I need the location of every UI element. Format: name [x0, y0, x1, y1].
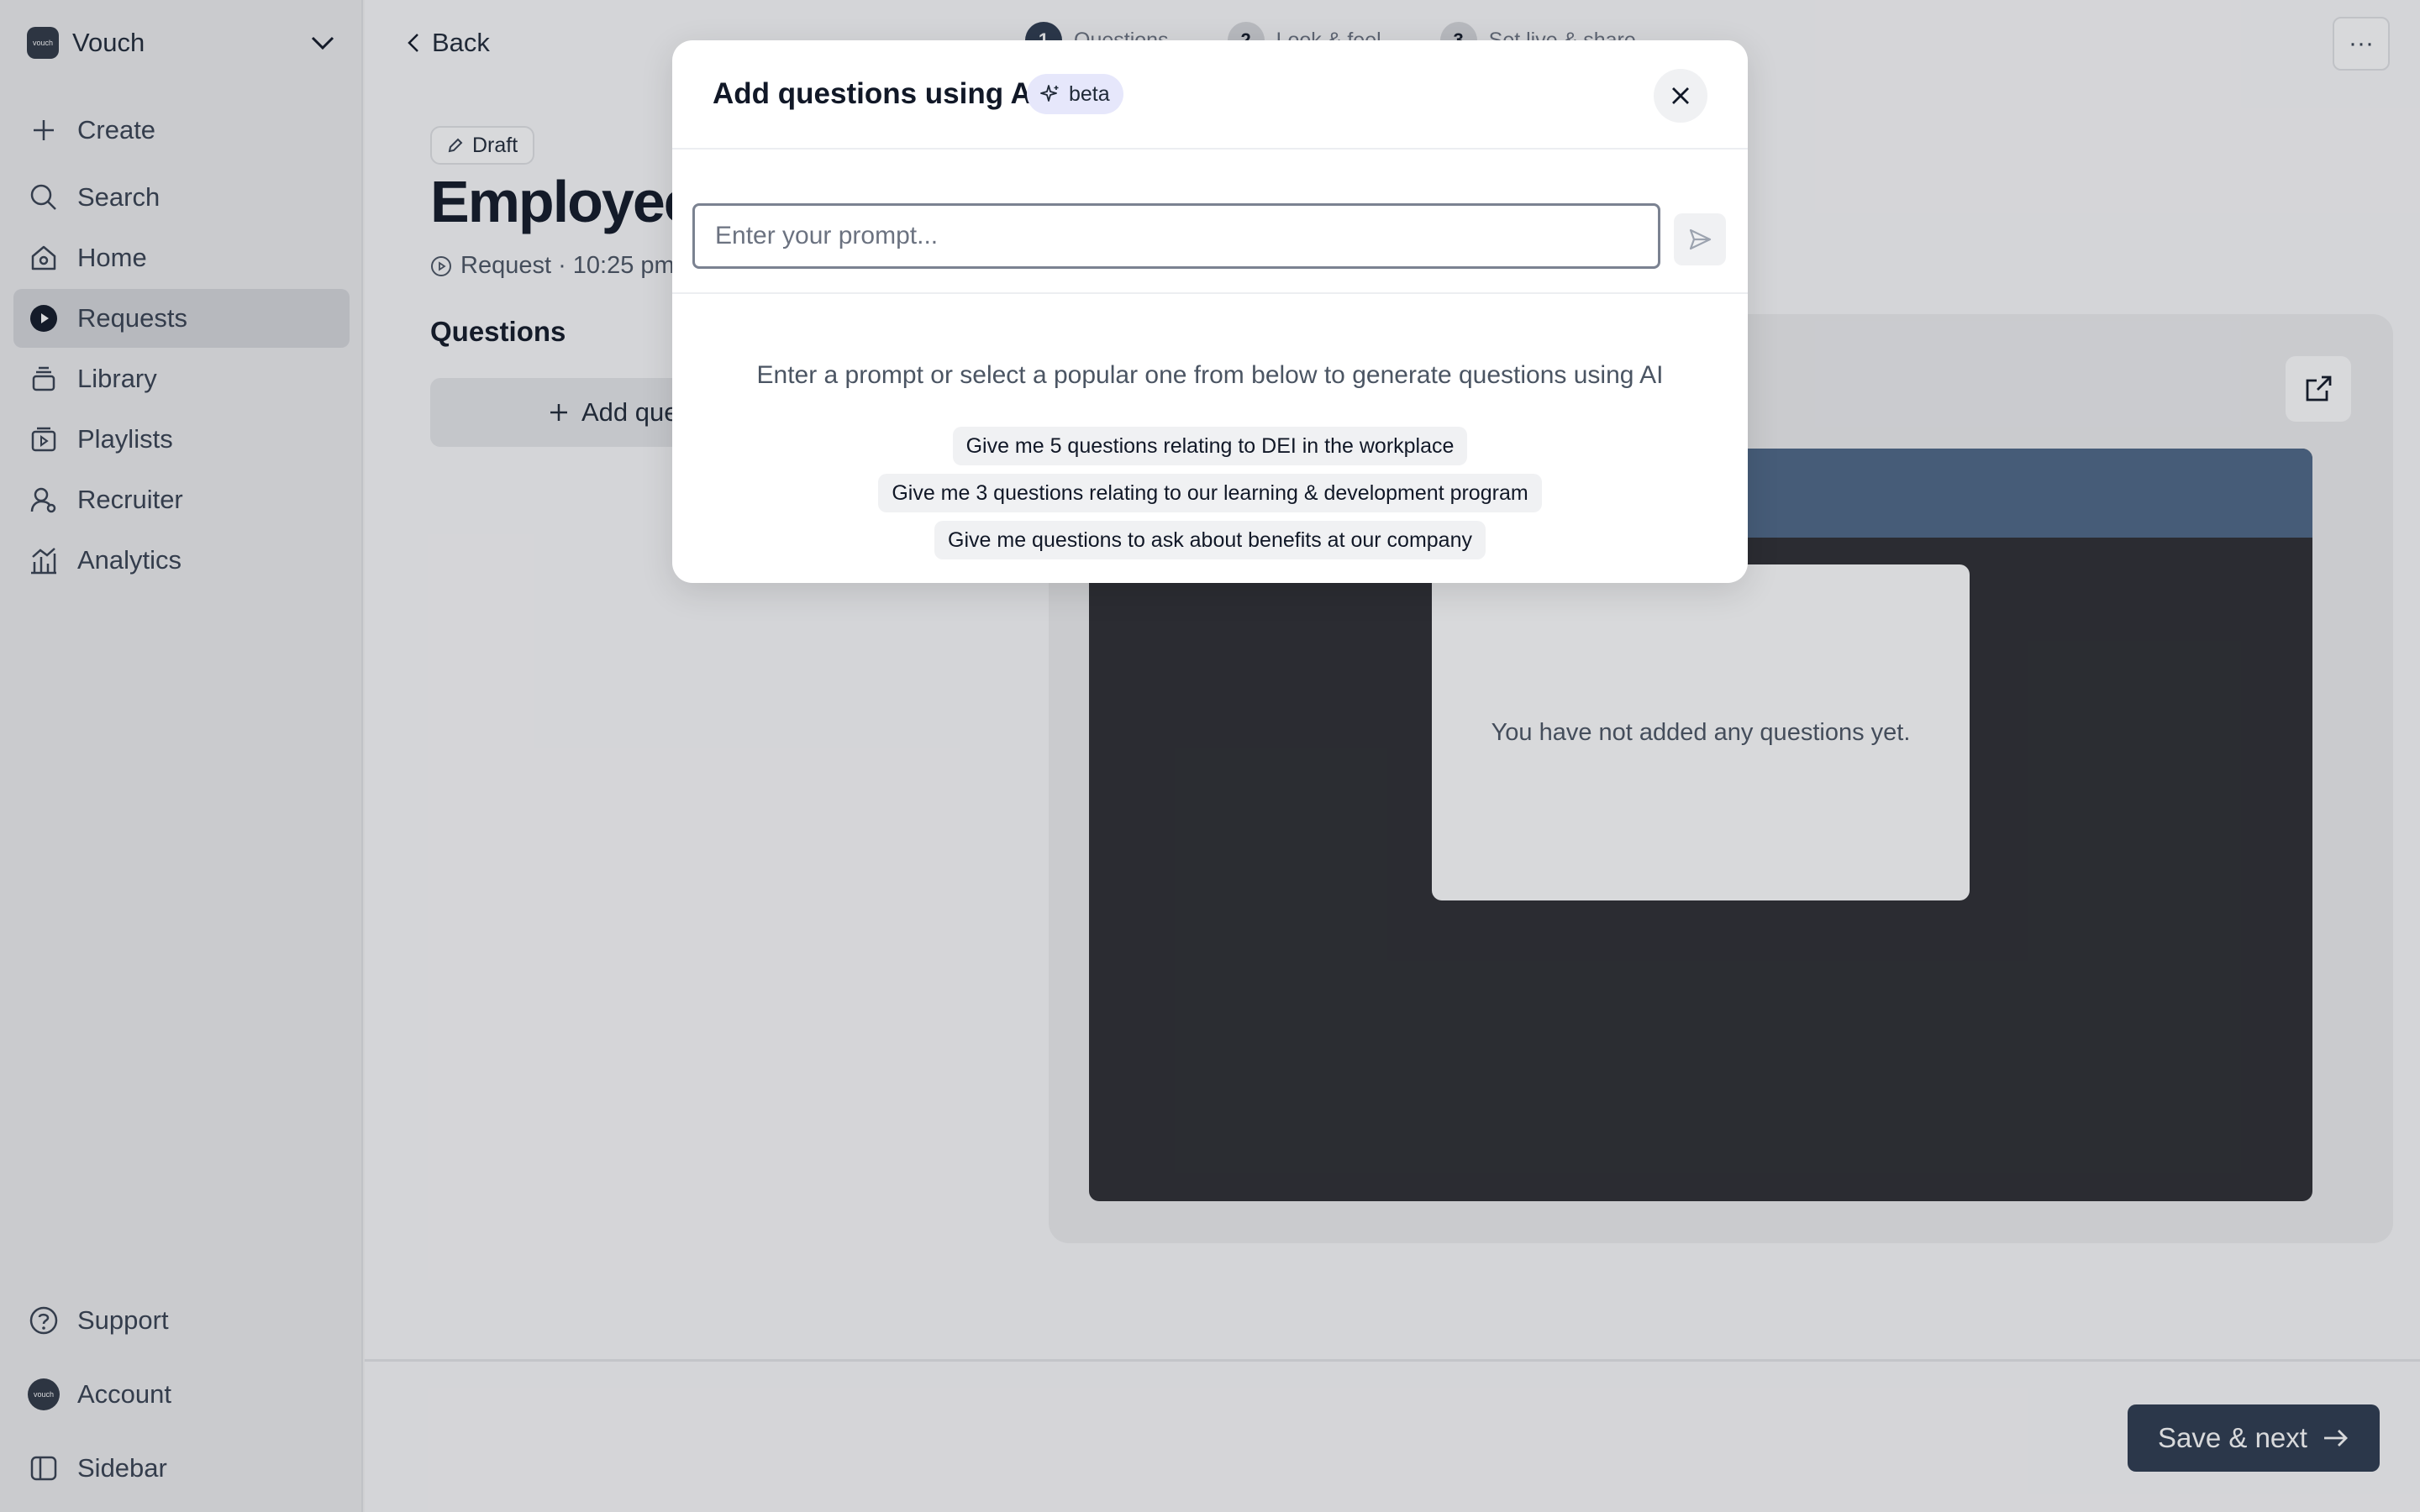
modal-title: Add questions using AI	[713, 77, 1040, 110]
ai-questions-modal: Add questions using AI beta Enter a prom…	[672, 40, 1748, 583]
suggestion-list: Give me 5 questions relating to DEI in t…	[672, 427, 1748, 559]
suggestion-chip[interactable]: Give me 5 questions relating to DEI in t…	[952, 427, 1468, 465]
send-icon	[1689, 228, 1712, 250]
suggestion-chip[interactable]: Give me 3 questions relating to our lear…	[878, 474, 1542, 512]
send-button[interactable]	[1674, 213, 1726, 265]
beta-badge: beta	[1027, 74, 1123, 114]
prompt-row	[672, 150, 1748, 294]
beta-label: beta	[1069, 81, 1110, 106]
close-icon	[1672, 87, 1689, 104]
prompt-input[interactable]	[692, 203, 1660, 269]
sparkle-icon	[1040, 85, 1059, 102]
close-button[interactable]	[1654, 69, 1707, 123]
suggestion-chip[interactable]: Give me questions to ask about benefits …	[934, 521, 1486, 559]
prompt-hint: Enter a prompt or select a popular one f…	[756, 361, 1664, 389]
modal-header: Add questions using AI beta	[672, 40, 1748, 150]
